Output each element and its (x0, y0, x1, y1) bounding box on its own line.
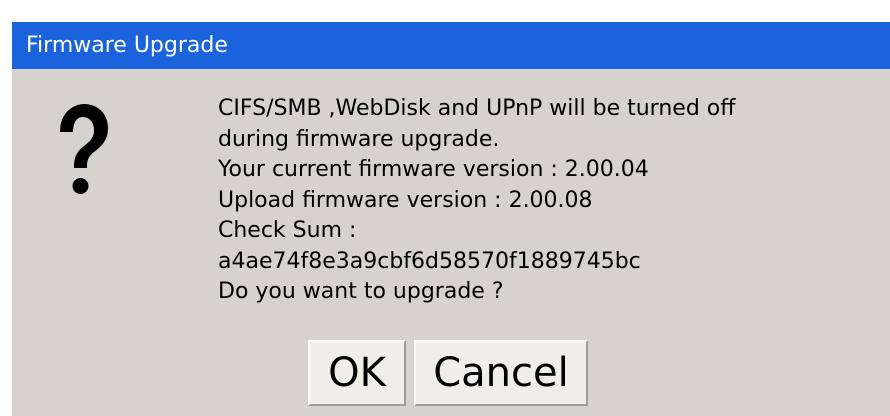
dialog-message: CIFS/SMB ,WebDisk and UPnP will be turne… (218, 94, 735, 308)
message-line: during firmware upgrade. (218, 126, 500, 152)
firmware-upgrade-dialog: Firmware Upgrade CIFS/SMB ,WebDisk and U… (12, 22, 890, 416)
message-line: CIFS/SMB ,WebDisk and UPnP will be turne… (218, 96, 736, 121)
confirm-question: Do you want to upgrade ? (218, 279, 504, 304)
checksum-value: a4ae74f8e3a9cbf6d58570f1889745bc (218, 248, 641, 274)
ok-button[interactable]: OK (308, 340, 406, 406)
dialog-title: Firmware Upgrade (12, 22, 890, 69)
cancel-button[interactable]: Cancel (414, 340, 588, 406)
question-mark-icon (60, 104, 108, 194)
upload-version-line: Upload firmware version : 2.00.08 (218, 187, 593, 213)
current-version-line: Your current firmware version : 2.00.04 (218, 157, 649, 182)
checksum-label: Check Sum : (218, 218, 357, 243)
